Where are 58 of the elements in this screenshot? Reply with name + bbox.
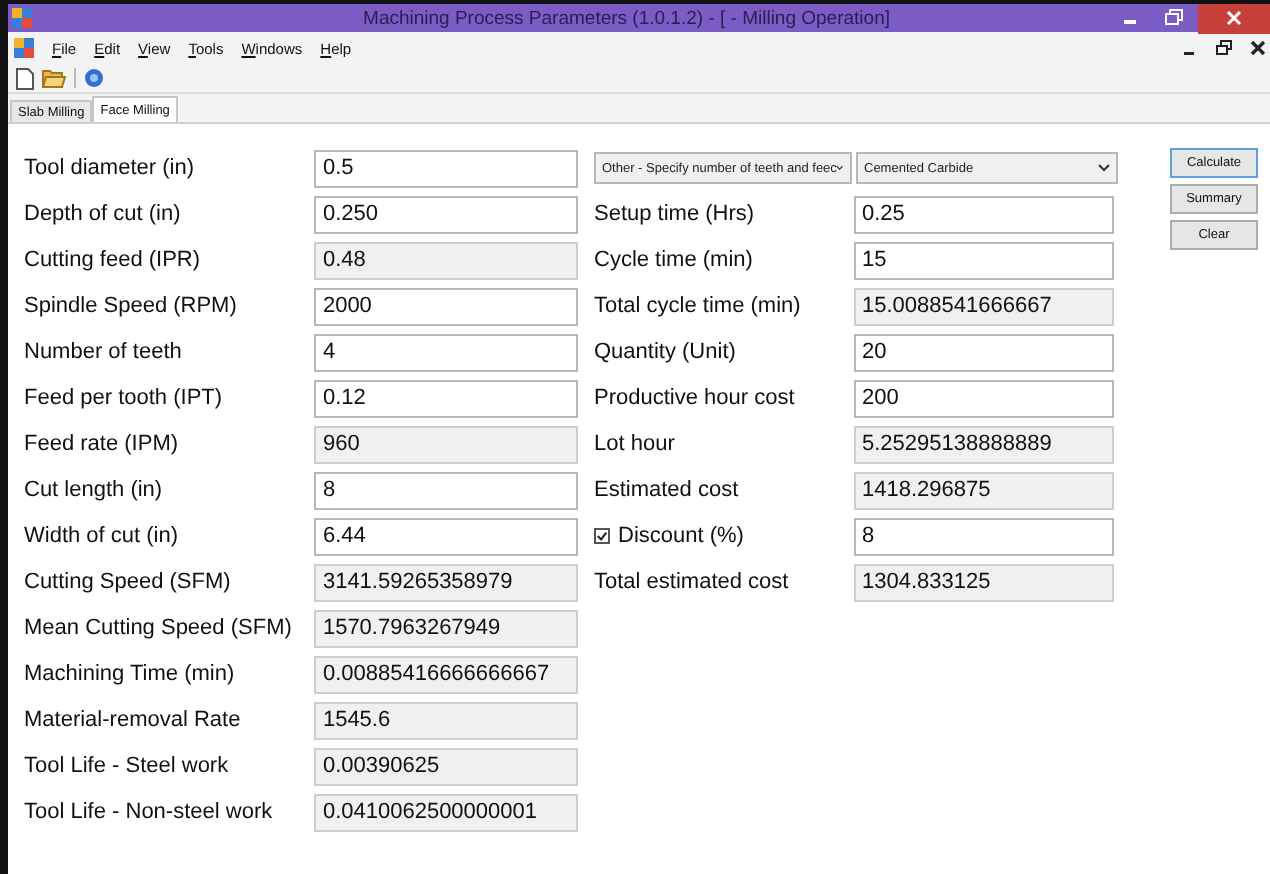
text-field[interactable]: 3141.59265358979 [314, 563, 578, 601]
close-icon[interactable] [1250, 40, 1266, 56]
field-label: Cutting feed (IPR) [24, 248, 203, 272]
folder-icon[interactable] [42, 68, 66, 88]
app-icon [12, 8, 32, 28]
text-field[interactable]: 960 [314, 425, 578, 463]
text-field[interactable]: 0.00390625 [314, 747, 578, 785]
field-label: Depth of cut (in) [24, 202, 183, 226]
field-label: Feed per tooth (IPT) [24, 386, 225, 410]
field-label: Material-removal Rate [24, 708, 243, 732]
text-field[interactable]: 1304.833125 [854, 563, 1114, 601]
field-label: Total cycle time (min) [594, 294, 803, 318]
field-label: Productive hour cost [594, 386, 797, 410]
app-icon [14, 38, 34, 58]
field-label: Estimated cost [594, 478, 741, 502]
field-label: Number of teeth [24, 340, 184, 364]
checkbox-label: Discount (%) [618, 524, 744, 548]
text-field[interactable]: 0.5 [314, 149, 578, 187]
text-field[interactable]: 0.250 [314, 195, 578, 233]
field-label: Setup time (Hrs) [594, 202, 757, 226]
text-field[interactable]: 15.0088541666667 [854, 287, 1114, 325]
text-field[interactable]: 6.44 [314, 517, 578, 555]
field-label: Cut length (in) [24, 478, 165, 502]
text-field[interactable]: 1545.6 [314, 701, 578, 739]
field-label: Quantity (Unit) [594, 340, 738, 364]
field-label: Feed rate (IPM) [24, 432, 181, 456]
text-field[interactable]: 15 [854, 241, 1114, 279]
restore-icon[interactable] [1216, 40, 1232, 56]
new-document-icon[interactable] [16, 67, 34, 89]
field-label: Cutting Speed (SFM) [24, 570, 233, 594]
text-field[interactable]: 0.0410062500000001 [314, 793, 578, 831]
checkbox[interactable] [594, 528, 610, 544]
chevron-icon [1098, 164, 1110, 172]
text-field[interactable]: 0.25 [854, 195, 1114, 233]
text-field[interactable]: 20 [854, 333, 1114, 371]
text-field[interactable]: 1570.7963267949 [314, 609, 578, 647]
text-field[interactable]: 8 [314, 471, 578, 509]
text-field[interactable]: 0.48 [314, 241, 578, 279]
field-label: Spindle Speed (RPM) [24, 294, 239, 318]
text-field[interactable]: 4 [314, 333, 578, 371]
field-label: Mean Cutting Speed (SFM) [24, 616, 294, 640]
chevron-icon [836, 164, 844, 172]
field-label: Machining Time (min) [24, 662, 237, 686]
field-label: Tool diameter (in) [24, 156, 196, 180]
field-label: Total estimated cost [594, 570, 791, 594]
text-field[interactable]: 5.25295138888889 [854, 425, 1114, 463]
text-field[interactable]: 0.00885416666666667 [314, 655, 578, 693]
text-field[interactable]: 1418.296875 [854, 471, 1114, 509]
field-label: Cycle time (min) [594, 248, 755, 272]
text-field[interactable]: 200 [854, 379, 1114, 417]
field-label: Tool Life - Steel work [24, 754, 231, 778]
text-field[interactable]: 8 [854, 517, 1114, 555]
text-field[interactable]: 2000 [314, 287, 578, 325]
window-title: Machining Process Parameters (1.0.1.2) - [ - Milling Operation] [361, 7, 892, 29]
field-label: Tool Life - Non-steel work [24, 800, 275, 824]
field-label: Width of cut (in) [24, 524, 181, 548]
field-label: Lot hour [594, 432, 677, 456]
text-field[interactable]: 0.12 [314, 379, 578, 417]
